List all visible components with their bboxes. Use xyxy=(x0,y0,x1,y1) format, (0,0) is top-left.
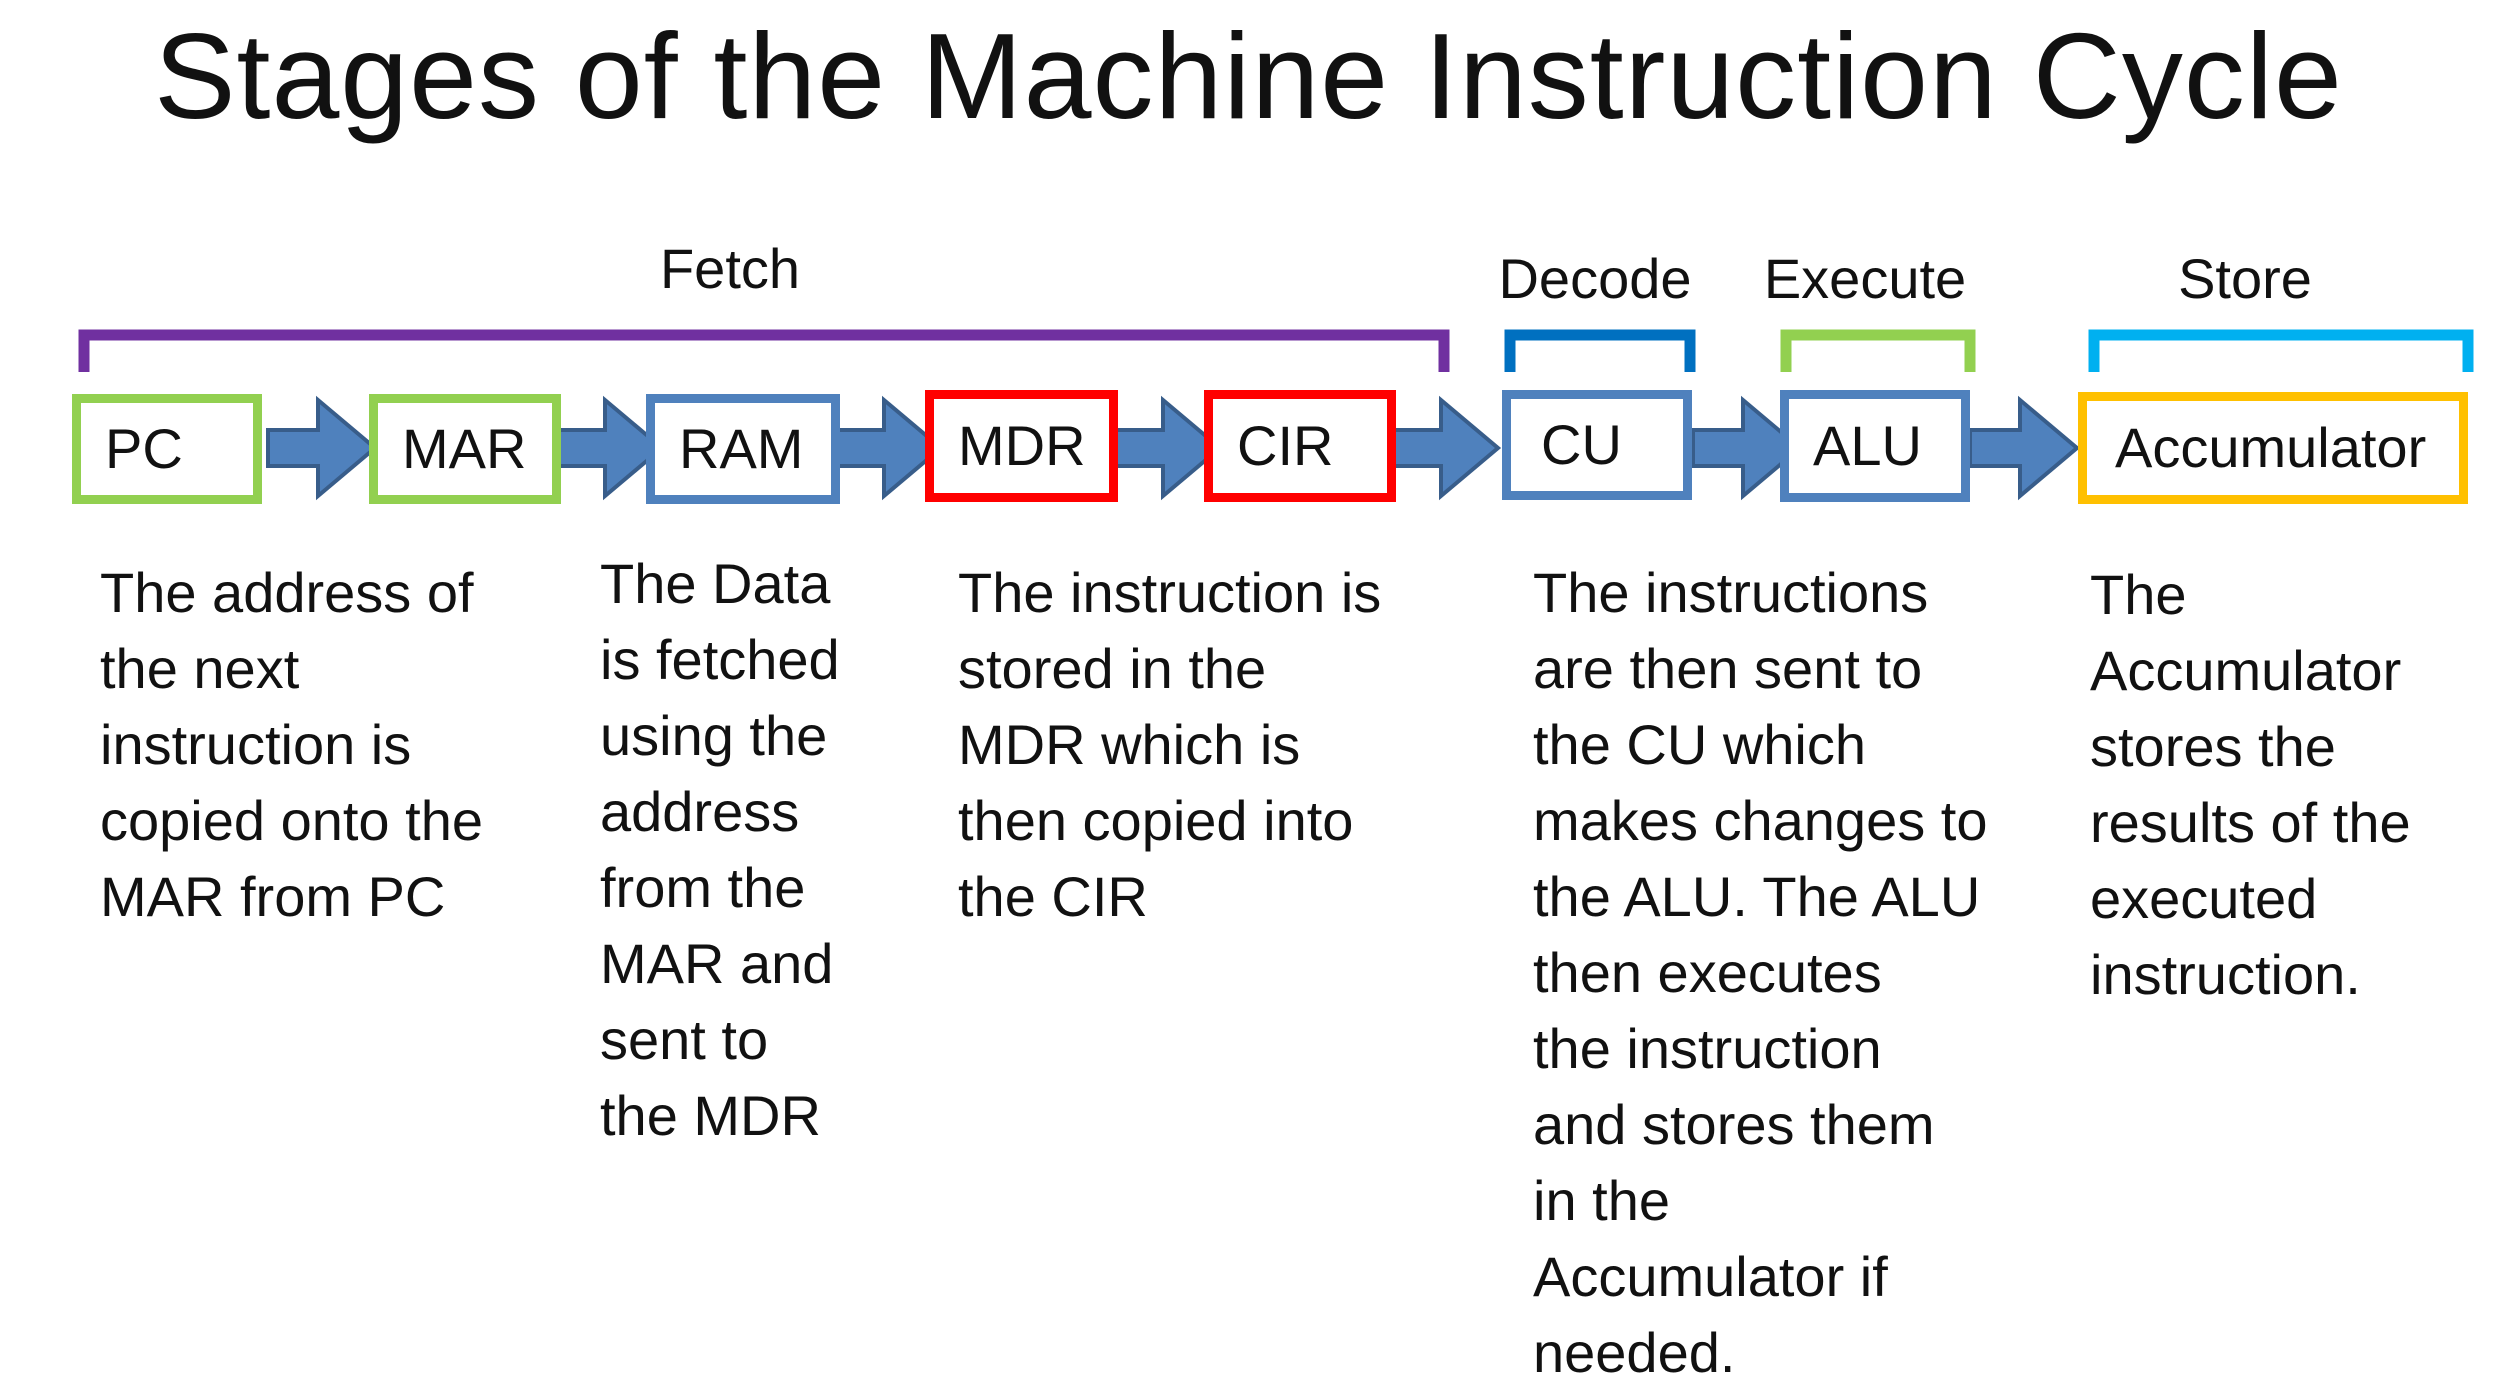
arrow-alu-accumulator xyxy=(1968,395,2081,501)
desc-accumulator: The Accumulator stores the results of th… xyxy=(2090,563,2411,1006)
execute-bracket xyxy=(1780,329,1976,372)
node-mdr: MDR xyxy=(925,390,1118,502)
fetch-bracket xyxy=(78,329,1450,372)
node-cir: CIR xyxy=(1204,390,1396,502)
store-bracket xyxy=(2088,329,2474,372)
node-cu: CU xyxy=(1502,390,1692,500)
arrow-cir-cu xyxy=(1389,395,1502,501)
desc-ram: The Data is fetched using the address fr… xyxy=(600,552,840,1147)
node-accumulator: Accumulator xyxy=(2078,392,2468,504)
node-alu: ALU xyxy=(1780,390,1970,502)
desc-mdr-cir: The instruction is stored in the MDR whi… xyxy=(958,561,1382,928)
node-pc: PC xyxy=(72,394,262,504)
node-ram: RAM xyxy=(646,394,840,504)
decode-bracket xyxy=(1504,329,1696,372)
desc-pc-mar: The address of the next instruction is c… xyxy=(100,561,483,928)
arrow-pc-mar xyxy=(266,395,379,501)
desc-cu-alu: The instructions are then sent to the CU… xyxy=(1533,561,1988,1384)
node-mar: MAR xyxy=(369,394,561,504)
